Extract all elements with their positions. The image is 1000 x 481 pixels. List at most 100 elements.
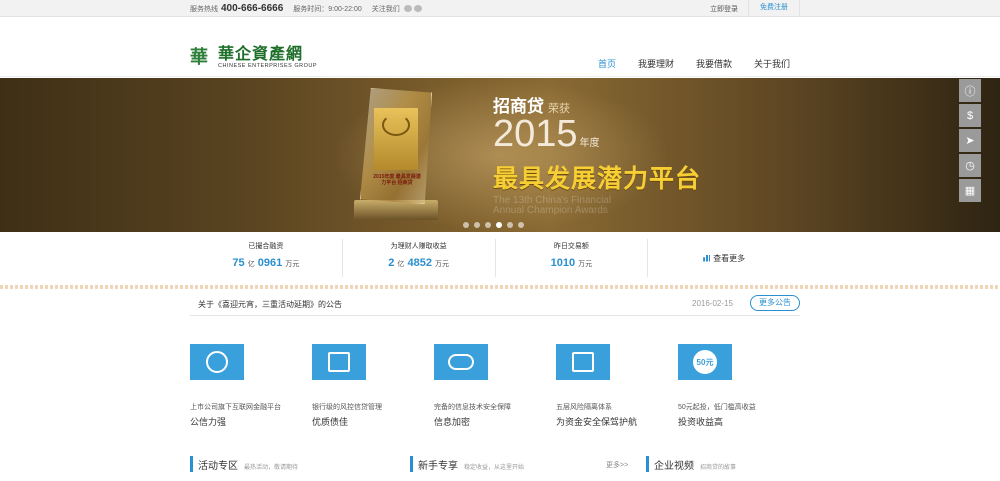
carousel-dot[interactable] bbox=[463, 222, 469, 228]
decorative-divider bbox=[0, 285, 1000, 289]
feature-item: 50元 50元起投，低门槛高收益 投资收益高 bbox=[678, 344, 788, 428]
feature-sub: 上市公司旗下互联网金融平台 bbox=[190, 404, 281, 411]
feature-item: 五层风险隔离体系 为资金安全保驾护航 bbox=[556, 344, 666, 428]
section-newbie: 新手专享 稳定收益，从这里开始 bbox=[410, 456, 524, 472]
trophy-image: 2015年度 最具发展潜力平台 招商贷 bbox=[354, 88, 438, 220]
stat-num: 4852 bbox=[407, 257, 432, 269]
feature-title: 为资金安全保驾护航 bbox=[556, 417, 638, 427]
login-link[interactable]: 立即登录 bbox=[710, 4, 738, 14]
logo[interactable]: 華 華企資產網 CHINESE ENTERPRISES GROUP bbox=[190, 44, 317, 70]
feature-item: 完备的信息技术安全保障 信息加密 bbox=[434, 344, 544, 428]
stats-more-label: 查看更多 bbox=[713, 253, 746, 263]
banner-en: The 13th China's Financial Annual Champi… bbox=[493, 195, 612, 216]
document-icon-shape bbox=[328, 352, 350, 372]
stat-value: 75 亿 0961 万元 bbox=[190, 257, 342, 269]
nav-home[interactable]: 首页 bbox=[598, 57, 616, 70]
stat-unit: 万元 bbox=[435, 261, 450, 268]
carousel-dot-active[interactable] bbox=[496, 222, 502, 228]
stat-value: 2 亿 4852 万元 bbox=[343, 257, 495, 269]
more-notices-button[interactable]: 更多公告 bbox=[750, 295, 800, 311]
info-icon[interactable]: ⓘ bbox=[959, 79, 981, 102]
logo-text: 華企資產網 CHINESE ENTERPRISES GROUP bbox=[218, 44, 317, 70]
stat-label: 已撮合融资 bbox=[248, 243, 284, 250]
banner-year-number: 2015 bbox=[493, 113, 578, 155]
wreath-icon bbox=[382, 114, 410, 136]
hotline-number: 400-666-6666 bbox=[221, 3, 284, 14]
globe-icon-shape bbox=[206, 351, 228, 373]
top-bar-left: 服务热线 400-666-6666 服务时间：9:00-22:00 关注我们 bbox=[190, 3, 422, 14]
section-title: 新手专享 bbox=[418, 461, 458, 472]
coin-badge: 50元 bbox=[693, 350, 717, 374]
carousel-dot[interactable] bbox=[518, 222, 524, 228]
stat-unit: 亿 bbox=[247, 261, 255, 268]
stat-unit: 万元 bbox=[285, 261, 300, 268]
trophy-text: 2015年度 最具发展潜力平台 招商贷 bbox=[373, 174, 421, 186]
send-icon[interactable]: ➤ bbox=[959, 129, 981, 152]
banner-text: 招商贷 荣获 2015 年度 最具发展潜力平台 The 13th China's F… bbox=[493, 92, 701, 216]
feature-item: 上市公司旗下互联网金融平台 公信力强 bbox=[190, 344, 300, 428]
section-activities: 活动专区 最热活动，敬请期待 bbox=[190, 456, 298, 472]
nav-about[interactable]: 关于我们 bbox=[754, 57, 790, 70]
nav-invest[interactable]: 我要理财 bbox=[638, 57, 674, 70]
clock-icon[interactable]: ◷ bbox=[959, 154, 981, 177]
logo-en: CHINESE ENTERPRISES GROUP bbox=[218, 63, 317, 69]
hero-banner[interactable]: 2015年度 最具发展潜力平台 招商贷 招商贷 荣获 2015 年度 最具发展潜力平… bbox=[0, 78, 1000, 232]
top-bar: 服务热线 400-666-6666 服务时间：9:00-22:00 关注我们 立… bbox=[0, 0, 1000, 17]
stat-yesterday: 昨日交易额 1010 万元 bbox=[496, 239, 649, 277]
nav-borrow[interactable]: 我要借款 bbox=[696, 57, 732, 70]
feature-sub: 五层风险隔离体系 bbox=[556, 404, 612, 411]
carousel-dot[interactable] bbox=[485, 222, 491, 228]
section-more-link[interactable]: 更多>> bbox=[606, 460, 628, 470]
safe-icon-shape bbox=[572, 352, 594, 372]
stat-label: 昨日交易额 bbox=[553, 243, 589, 250]
stat-label: 为理财人赚取收益 bbox=[390, 243, 447, 250]
stat-num: 2 bbox=[388, 257, 395, 269]
section-title: 活动专区 bbox=[198, 461, 238, 472]
floating-sidebar: ⓘ $ ➤ ◷ ▦ bbox=[959, 79, 981, 204]
feature-title: 公信力强 bbox=[190, 417, 227, 427]
section-sub: 最热活动，敬请期待 bbox=[244, 465, 299, 471]
trophy-base bbox=[354, 200, 438, 220]
feature-title: 投资收益高 bbox=[678, 417, 724, 427]
section-sub: 稳定收益，从这里开始 bbox=[464, 465, 525, 471]
weibo-icon[interactable] bbox=[403, 5, 412, 13]
stat-num: 0961 bbox=[257, 257, 283, 269]
stats-more-link[interactable]: 查看更多 bbox=[648, 239, 800, 277]
notice-date: 2016-02-15 bbox=[692, 299, 733, 308]
carousel-dot[interactable] bbox=[474, 222, 480, 228]
logo-name: 華企資產網 bbox=[218, 44, 304, 63]
stat-num: 75 bbox=[232, 257, 245, 269]
wechat-icon[interactable] bbox=[413, 5, 422, 13]
cloud-lock-icon bbox=[434, 344, 488, 380]
section-sub: 招商贷的故事 bbox=[700, 465, 737, 471]
safe-icon bbox=[556, 344, 610, 380]
stat-earnings: 为理财人赚取收益 2 亿 4852 万元 bbox=[343, 239, 496, 277]
calculator-icon[interactable]: ▦ bbox=[959, 179, 981, 202]
bottom-sections: 活动专区 最热活动，敬请期待 新手专享 稳定收益，从这里开始 更多>> 企业视频 招商… bbox=[190, 456, 800, 481]
main-nav: 首页 我要理财 我要借款 关于我们 bbox=[598, 57, 812, 70]
carousel-dot[interactable] bbox=[507, 222, 513, 228]
stat-num: 1010 bbox=[550, 257, 576, 269]
feature-sub: 完备的信息技术安全保障 bbox=[434, 404, 511, 411]
section-video: 企业视频 招商贷的故事 bbox=[646, 456, 736, 472]
coin-50-icon: 50元 bbox=[678, 344, 732, 380]
logo-mark-icon: 華 bbox=[190, 46, 208, 68]
bar-chart-icon bbox=[703, 254, 711, 262]
globe-icon bbox=[190, 344, 244, 380]
register-link[interactable]: 免费注册 bbox=[748, 0, 800, 16]
section-title: 企业视频 bbox=[654, 461, 694, 472]
stat-unit: 万元 bbox=[578, 261, 593, 268]
feature-title: 优质债佳 bbox=[312, 417, 349, 427]
follow-us: 关注我们 bbox=[372, 4, 422, 14]
stat-financing: 已撮合融资 75 亿 0961 万元 bbox=[190, 239, 343, 277]
carousel-dots bbox=[463, 222, 524, 228]
banner-headline: 最具发展潜力平台 bbox=[493, 165, 702, 193]
follow-us-label: 关注我们 bbox=[371, 5, 400, 13]
dollar-icon[interactable]: $ bbox=[959, 104, 981, 127]
banner-year-suffix: 年度 bbox=[579, 138, 600, 149]
hotline-label: 服务热线 bbox=[190, 5, 218, 13]
service-hours: 服务时间：9:00-22:00 bbox=[293, 5, 362, 13]
notice-link[interactable]: 关于《喜迎元宵，三重活动延期》的公告 bbox=[198, 299, 342, 310]
stats-bar: 已撮合融资 75 亿 0961 万元 为理财人赚取收益 2 亿 4852 万元 … bbox=[190, 233, 800, 283]
feature-sub: 50元起投，低门槛高收益 bbox=[678, 404, 756, 411]
